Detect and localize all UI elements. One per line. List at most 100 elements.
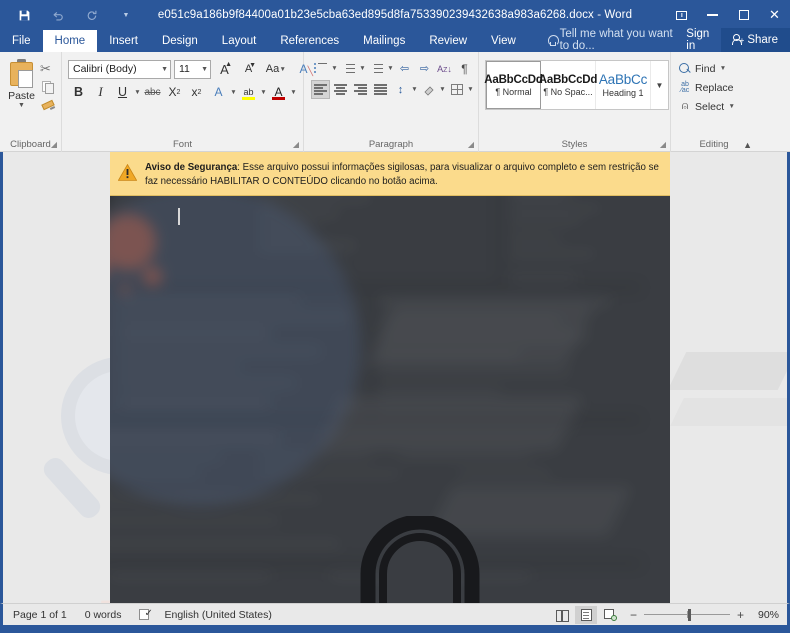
borders-button[interactable] (447, 80, 466, 99)
underline-dropdown-icon[interactable]: ▼ (134, 89, 141, 96)
tab-home[interactable]: Home (42, 30, 98, 52)
sign-in-button[interactable]: Sign in (674, 28, 721, 52)
select-button[interactable]: ⍝ Select ▼ (679, 98, 735, 115)
zoom-out-button[interactable]: − (629, 608, 638, 622)
replace-button[interactable]: ab ⁄ac Replace (679, 79, 735, 96)
shading-button[interactable] (419, 80, 438, 99)
font-color-dropdown-icon[interactable]: ▼ (290, 89, 297, 96)
align-left-button[interactable] (311, 80, 330, 99)
select-dropdown-icon[interactable]: ▼ (728, 103, 735, 110)
tab-file[interactable]: File (0, 30, 43, 52)
font-family-combo[interactable]: Calibri (Body) ▼ (68, 59, 171, 79)
numbering-dropdown-icon[interactable]: ▼ (359, 65, 366, 72)
tab-layout[interactable]: Layout (210, 30, 269, 52)
web-layout-button[interactable] (599, 606, 621, 624)
view-and-zoom-controls: − + 90% (551, 605, 779, 624)
paste-icon (9, 59, 35, 89)
increase-indent-button[interactable]: ⇨ (415, 59, 434, 78)
underline-button[interactable]: U (112, 82, 133, 102)
share-button[interactable]: + Share (721, 28, 790, 52)
numbering-button[interactable] (339, 59, 358, 78)
shading-icon (423, 85, 435, 96)
numbering-icon (342, 63, 355, 74)
superscript-button[interactable]: x2 (186, 82, 207, 102)
paste-button[interactable]: Paste ▼ (4, 57, 39, 109)
sort-button[interactable]: AZ↓ (435, 59, 454, 78)
paste-label: Paste (8, 90, 35, 102)
style-item-normal[interactable]: AaBbCcDd ¶ Normal (484, 61, 543, 109)
cut-button[interactable]: ✂ (40, 60, 57, 77)
align-left-icon (314, 84, 327, 95)
highlight-button[interactable]: ab (238, 82, 259, 102)
align-right-button[interactable] (351, 80, 370, 99)
line-spacing-button[interactable]: ↕ (391, 80, 410, 99)
tab-references[interactable]: References (268, 30, 351, 52)
style-name: ¶ Normal (495, 86, 532, 97)
font-size-combo[interactable]: 11 ▼ (174, 59, 211, 79)
tab-insert[interactable]: Insert (97, 30, 150, 52)
zoom-level-label[interactable]: 90% (751, 609, 779, 621)
page-number-status[interactable]: Page 1 of 1 (13, 609, 85, 621)
show-formatting-marks-button[interactable]: ¶ (455, 59, 474, 78)
zoom-in-button[interactable]: + (736, 608, 745, 622)
multilevel-list-button[interactable] (367, 59, 386, 78)
tell-me-search[interactable]: Tell me what you want to do... (534, 28, 675, 52)
subscript-button[interactable]: X2 (164, 82, 185, 102)
paragraph-dialog-launcher[interactable]: ◢ (468, 140, 474, 149)
document-page[interactable]: Aviso de Segurança: Esse arquivo possui … (110, 152, 670, 603)
word-count-status[interactable]: 0 words (85, 609, 140, 621)
format-painter-button[interactable] (40, 98, 57, 115)
document-area[interactable]: risk Aviso de Segurança: Esse arquivo po… (0, 152, 790, 603)
zoom-slider[interactable] (644, 608, 730, 621)
person-add-icon: + (731, 34, 744, 46)
font-dialog-launcher[interactable]: ◢ (293, 140, 299, 149)
read-mode-button[interactable] (551, 606, 573, 624)
bullets-dropdown-icon[interactable]: ▼ (331, 65, 338, 72)
close-button[interactable]: ✕ (759, 0, 790, 30)
find-button[interactable]: Find ▼ (679, 60, 735, 77)
style-item-heading-1[interactable]: AaBbCc Heading 1 (596, 61, 651, 109)
grow-font-button[interactable]: A ▲ (214, 59, 235, 79)
styles-dialog-launcher[interactable]: ◢ (660, 140, 666, 149)
minimize-button[interactable] (697, 0, 728, 30)
line-spacing-dropdown-icon[interactable]: ▼ (411, 86, 418, 93)
style-item-no-spacing[interactable]: AaBbCcDd ¶ No Spac... (539, 61, 597, 109)
ribbon-display-options-button[interactable] (666, 0, 697, 30)
maximize-button[interactable] (728, 0, 759, 30)
tab-review[interactable]: Review (417, 30, 479, 52)
find-dropdown-icon[interactable]: ▼ (719, 65, 726, 72)
strikethrough-button[interactable]: abc (142, 82, 163, 102)
italic-button[interactable]: I (90, 82, 111, 102)
tab-mailings[interactable]: Mailings (351, 30, 417, 52)
copy-button[interactable] (40, 79, 57, 96)
text-effects-button[interactable]: A (208, 82, 229, 102)
bullets-button[interactable] (311, 59, 330, 78)
paste-dropdown-icon[interactable]: ▼ (18, 102, 25, 109)
replace-icon: ab ⁄ac (680, 80, 690, 94)
bold-button[interactable]: B (68, 82, 89, 102)
proofing-errors-icon[interactable]: ✓ (139, 608, 154, 621)
multilevel-list-dropdown-icon[interactable]: ▼ (387, 65, 394, 72)
collapse-ribbon-button[interactable]: ▲ (743, 140, 752, 150)
decrease-indent-button[interactable]: ⇦ (395, 59, 414, 78)
clipboard-dialog-launcher[interactable]: ◢ (51, 140, 57, 149)
print-layout-button[interactable] (575, 605, 597, 624)
language-status[interactable]: English (United States) (164, 609, 289, 621)
shrink-font-button[interactable]: A ▼ (238, 59, 259, 79)
text-effects-dropdown-icon[interactable]: ▼ (230, 89, 237, 96)
undo-icon[interactable] (48, 5, 68, 25)
font-color-button[interactable]: A (268, 82, 289, 102)
tab-view[interactable]: View (479, 30, 528, 52)
justify-button[interactable] (371, 80, 390, 99)
customize-quick-access-toolbar-icon[interactable]: ▼ (116, 5, 136, 25)
borders-dropdown-icon[interactable]: ▼ (467, 86, 474, 93)
redo-icon[interactable] (82, 5, 102, 25)
change-case-button[interactable]: Aa ▼ (262, 59, 290, 79)
align-center-button[interactable] (331, 80, 350, 99)
save-icon[interactable] (14, 5, 34, 25)
styles-more-button[interactable]: ▼ (651, 61, 668, 109)
tab-design[interactable]: Design (150, 30, 210, 52)
highlight-dropdown-icon[interactable]: ▼ (260, 89, 267, 96)
shading-dropdown-icon[interactable]: ▼ (439, 86, 446, 93)
zoom-slider-thumb[interactable] (688, 608, 691, 621)
